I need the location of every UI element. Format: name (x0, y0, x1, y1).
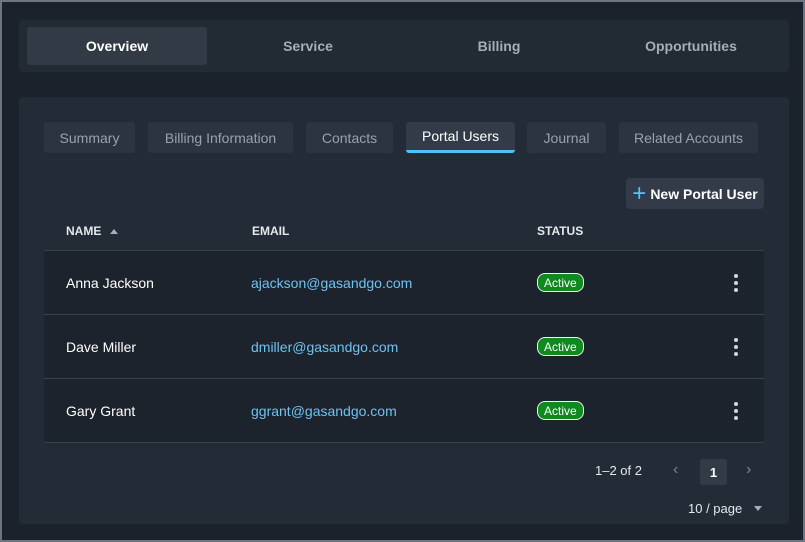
top-tab-bar: Overview Service Billing Opportunities (19, 20, 789, 72)
page-size-select[interactable]: 10 / page (688, 501, 763, 516)
tab-opportunities[interactable]: Opportunities (601, 27, 781, 65)
subtab-billing-information[interactable]: Billing Information (148, 122, 293, 153)
subtab-journal[interactable]: Journal (527, 122, 606, 153)
table-row[interactable]: Gary Grant ggrant@gasandgo.com Active (44, 379, 764, 443)
tab-overview[interactable]: Overview (27, 27, 207, 65)
table-row[interactable]: Dave Miller dmiller@gasandgo.com Active (44, 315, 764, 379)
subtab-related-accounts[interactable]: Related Accounts (619, 122, 758, 153)
subtab-contacts[interactable]: Contacts (306, 122, 393, 153)
chevron-left-icon[interactable]: ‹ (673, 461, 678, 479)
user-email-link[interactable]: dmiller@gasandgo.com (251, 315, 398, 378)
column-header-email[interactable]: EMAIL (252, 211, 289, 251)
kebab-menu-icon[interactable] (728, 399, 744, 423)
status-badge: Active (537, 337, 584, 356)
pagination-page-1[interactable]: 1 (700, 459, 727, 485)
kebab-menu-icon[interactable] (728, 335, 744, 359)
column-header-status[interactable]: STATUS (537, 211, 583, 251)
tab-service[interactable]: Service (218, 27, 398, 65)
subtab-portal-users[interactable]: Portal Users (406, 122, 515, 153)
user-name: Anna Jackson (66, 274, 154, 291)
user-name: Gary Grant (66, 402, 136, 419)
app-window: Overview Service Billing Opportunities S… (0, 0, 805, 542)
tab-billing[interactable]: Billing (409, 27, 589, 65)
chevron-right-icon[interactable]: › (746, 461, 751, 479)
kebab-menu-icon[interactable] (728, 271, 744, 295)
status-badge: Active (537, 401, 584, 420)
caret-down-icon (754, 506, 763, 511)
table-header: NAME EMAIL STATUS (44, 211, 764, 251)
column-header-name[interactable]: NAME (66, 211, 119, 251)
plus-icon: + (632, 179, 647, 207)
subtab-summary[interactable]: Summary (44, 122, 135, 153)
table-row[interactable]: Anna Jackson ajackson@gasandgo.com Activ… (44, 251, 764, 315)
page-size-value: 10 / page (688, 501, 743, 516)
account-panel: Summary Billing Information Contacts Por… (19, 97, 789, 524)
pagination-range: 1–2 of 2 (595, 463, 642, 478)
sort-up-icon[interactable] (110, 228, 119, 234)
column-header-name-label: NAME (66, 224, 102, 238)
status-badge: Active (537, 273, 584, 292)
user-email-link[interactable]: ggrant@gasandgo.com (251, 379, 397, 442)
user-email-link[interactable]: ajackson@gasandgo.com (251, 251, 412, 314)
new-portal-user-button[interactable]: + New Portal User (626, 178, 764, 209)
new-portal-user-label: New Portal User (650, 185, 758, 202)
user-name: Dave Miller (66, 338, 137, 355)
